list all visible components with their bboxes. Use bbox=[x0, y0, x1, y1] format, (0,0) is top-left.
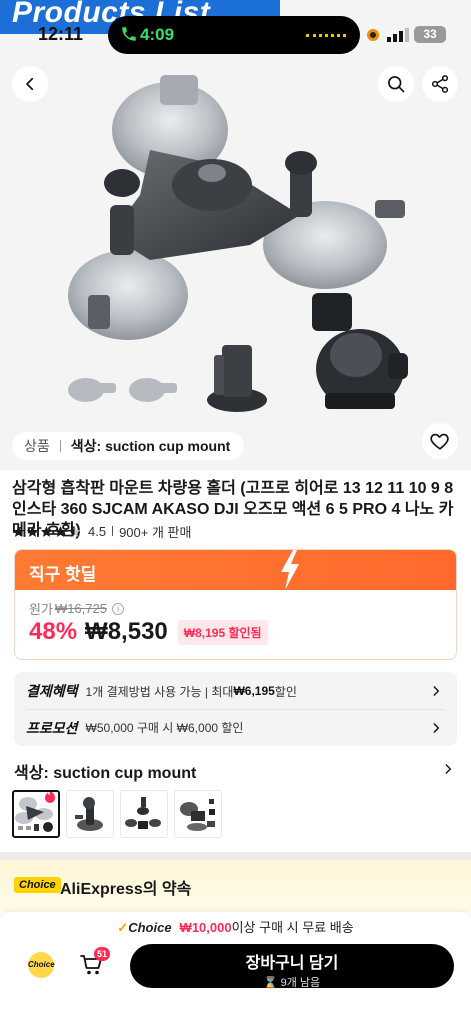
variant-chip-value: 색상: suction cup mount bbox=[70, 438, 231, 454]
original-price: ₩16,725 bbox=[54, 601, 107, 616]
choice-icon[interactable]: Choice bbox=[28, 952, 55, 978]
signal-icon bbox=[387, 28, 409, 42]
price-row: 48% ₩8,530 ₩8,195 할인됨 bbox=[29, 618, 268, 646]
variant-thumb-3[interactable] bbox=[120, 790, 168, 838]
payment-benefit-suffix: 할인 bbox=[274, 684, 297, 699]
phone-call-icon bbox=[122, 27, 136, 41]
star-icon bbox=[54, 525, 67, 537]
rating-divider bbox=[112, 526, 114, 536]
promotion-row[interactable]: 프로모션 ₩50,000 구매 시 ₩6,000 할인 bbox=[26, 709, 445, 745]
status-clock: 12:11 bbox=[38, 24, 84, 44]
chevron-right-icon bbox=[433, 723, 440, 733]
product-gallery[interactable]: Products List 12:11 4:09 33 상품 색상: sucti… bbox=[0, 0, 471, 470]
check-icon: ✓ bbox=[117, 920, 129, 935]
payment-benefit-row[interactable]: 결제혜택 1개 결제방법 사용 가능 | 최대 ₩6,195 할인 bbox=[26, 673, 445, 709]
search-icon bbox=[388, 76, 405, 93]
stock-remaining: ⌛ 9개 남음 bbox=[263, 977, 321, 989]
sale-price: ₩8,530 bbox=[85, 618, 168, 645]
shipping-threshold: ₩10,000 bbox=[179, 920, 232, 935]
call-duration: 4:09 bbox=[140, 25, 175, 44]
discount-percent: 48% bbox=[29, 618, 78, 645]
star-icon bbox=[12, 525, 25, 537]
discount-badge: ₩8,195 할인됨 bbox=[177, 619, 268, 645]
chevron-left-icon bbox=[26, 77, 34, 91]
share-button[interactable] bbox=[422, 66, 458, 102]
heart-icon bbox=[430, 433, 449, 450]
section-divider bbox=[0, 852, 471, 860]
color-selector-label: 색상: suction cup mount bbox=[14, 765, 197, 782]
lightning-icon bbox=[281, 550, 299, 590]
deal-title: 직구 핫딜 bbox=[29, 565, 97, 584]
audio-waveform-icon bbox=[306, 34, 346, 37]
add-to-cart-label: 장바구니 담기 bbox=[245, 955, 339, 972]
hot-fire-icon bbox=[45, 792, 55, 803]
variant-thumb-suction-cup-mount[interactable] bbox=[12, 790, 60, 838]
rating-stars bbox=[12, 525, 82, 538]
share-icon bbox=[431, 75, 449, 93]
aliexpress-promise[interactable]: Choice AliExpress의 약속 bbox=[0, 860, 471, 912]
variant-thumb-image bbox=[180, 799, 215, 831]
dynamic-island[interactable]: 4:09 bbox=[108, 16, 360, 54]
promise-title: AliExpress의 약속 bbox=[60, 881, 192, 898]
variant-chip-label: 상품 bbox=[24, 438, 50, 454]
payment-benefit-amount: ₩6,195 bbox=[233, 684, 275, 698]
star-icon bbox=[26, 525, 39, 537]
payment-benefit-tag: 결제혜택 bbox=[26, 683, 78, 699]
bottom-action-bar: ✓Choice ₩10,000이상 구매 시 무료 배송 Choice 51 장바… bbox=[0, 912, 471, 1024]
payment-benefit-text: 1개 결제방법 사용 가능 | 최대 bbox=[85, 684, 234, 699]
choice-badge: Choice bbox=[14, 877, 61, 893]
variant-thumb-image bbox=[75, 797, 103, 831]
benefits-panel: 결제혜택 1개 결제방법 사용 가능 | 최대 ₩6,195 할인 프로모션 ₩… bbox=[14, 672, 457, 746]
product-page: Products List 12:11 4:09 33 상품 색상: sucti… bbox=[0, 0, 471, 1024]
battery-icon: 33 bbox=[414, 26, 446, 43]
shipping-choice-label: Choice bbox=[128, 920, 172, 935]
wishlist-button[interactable] bbox=[422, 423, 458, 459]
variant-chip[interactable]: 상품 색상: suction cup mount bbox=[12, 432, 245, 460]
original-price-label: 원가 bbox=[29, 602, 53, 617]
original-price-row: 원가 ₩16,725 i bbox=[29, 599, 124, 618]
rating-value: 4.5 bbox=[88, 523, 107, 539]
variant-thumb-image bbox=[125, 797, 161, 829]
info-icon[interactable]: i bbox=[111, 602, 124, 615]
sold-count: 900+ 개 판매 bbox=[119, 524, 192, 540]
deal-box: 직구 핫딜 원가 ₩16,725 i 48% ₩8,530 ₩8,195 할인됨 bbox=[14, 549, 457, 660]
back-button[interactable] bbox=[12, 66, 48, 102]
promotion-text: ₩50,000 구매 시 ₩6,000 할인 bbox=[85, 721, 244, 735]
cart-count-badge: 51 bbox=[94, 947, 111, 961]
star-half-icon bbox=[68, 525, 81, 537]
variant-thumb-2[interactable] bbox=[66, 790, 114, 838]
chevron-right-icon bbox=[445, 764, 452, 774]
product-image[interactable] bbox=[0, 55, 471, 425]
search-button[interactable] bbox=[378, 66, 414, 102]
add-to-cart-button[interactable]: 장바구니 담기 ⌛ 9개 남음 bbox=[130, 944, 454, 989]
rating-row[interactable]: 4.5 900+ 개 판매 bbox=[12, 522, 191, 540]
recording-indicator-icon bbox=[367, 29, 379, 41]
promotion-tag: 프로모션 bbox=[26, 719, 78, 736]
color-selector-header[interactable]: 색상: suction cup mount bbox=[14, 759, 457, 783]
shipping-text: 이상 구매 시 무료 배송 bbox=[231, 920, 354, 935]
star-icon bbox=[40, 525, 53, 537]
variant-thumbnails bbox=[12, 790, 228, 838]
free-shipping-line: ✓Choice ₩10,000이상 구매 시 무료 배송 bbox=[0, 917, 471, 936]
status-bar: 12:11 4:09 33 bbox=[0, 14, 471, 54]
variant-thumb-4[interactable] bbox=[174, 790, 222, 838]
chevron-right-icon bbox=[433, 686, 440, 696]
variant-chip-divider bbox=[59, 440, 61, 452]
deal-header: 직구 핫딜 bbox=[15, 550, 456, 590]
